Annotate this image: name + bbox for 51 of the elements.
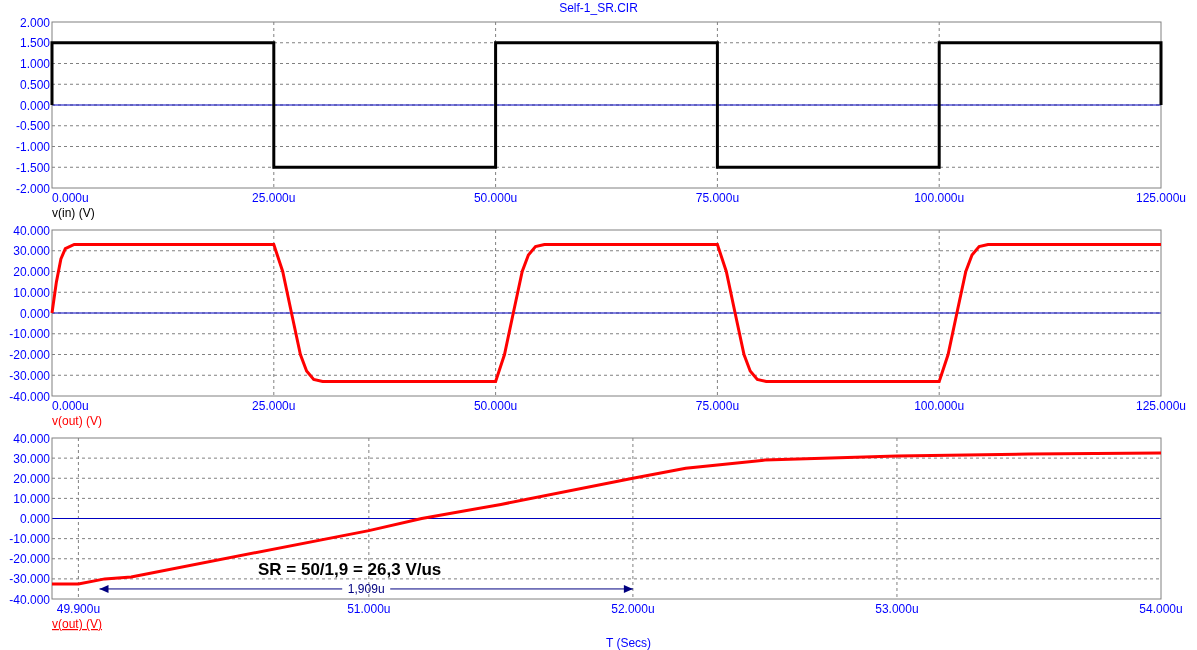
- y-tick-label: 1.500: [19, 36, 50, 51]
- x-tick-label: 100.000u: [914, 191, 965, 205]
- y-tick-label: 40.000: [13, 431, 50, 446]
- x-tick-label: 50.000u: [473, 399, 518, 413]
- x-tick-label: 25.000u: [252, 191, 296, 205]
- y-tick-label: 20.000: [13, 471, 50, 486]
- y-tick-label: 0.000: [19, 306, 50, 321]
- dimension-label: 1,909u: [347, 581, 385, 596]
- x-tick-label: 75.000u: [695, 399, 740, 413]
- y-tick-label: 40.000: [13, 223, 50, 238]
- x-axis-label: T (Secs): [605, 636, 652, 650]
- y-tick-label: 20.000: [13, 265, 50, 279]
- y-tick-label: -2.000: [15, 181, 50, 196]
- slew-rate-annotation: SR = 50/1,9 = 26,3 V/us: [257, 559, 442, 579]
- y-tick-label: -20.000: [9, 348, 50, 362]
- y-tick-label: -30.000: [9, 572, 50, 587]
- y-tick-label: -40.000: [9, 592, 50, 607]
- x-tick-label: 50.000u: [473, 191, 518, 205]
- x-tick-label: 54.000u: [1139, 602, 1183, 616]
- x-tick-label: 49.900u: [56, 602, 101, 616]
- trace-label[interactable]: v(in) (V): [52, 206, 95, 220]
- y-tick-label: -10.000: [9, 327, 50, 342]
- plot-title: Self-1_SR.CIR: [559, 2, 638, 14]
- x-tick-label: 52.000u: [611, 602, 655, 616]
- y-tick-label: -10.000: [9, 532, 50, 547]
- y-tick-label: -40.000: [9, 389, 50, 404]
- y-tick-label: -1.500: [15, 160, 50, 175]
- x-tick-label: 25.000u: [252, 399, 296, 413]
- y-tick-label: -20.000: [9, 552, 50, 567]
- y-tick-label: 10.000: [13, 285, 50, 300]
- x-tick-label: 53.000u: [875, 602, 919, 616]
- y-tick-label: -30.000: [9, 368, 50, 383]
- y-tick-label: -1.000: [15, 140, 50, 154]
- y-tick-label: 30.000: [13, 244, 50, 259]
- y-tick-label: 30.000: [13, 451, 50, 466]
- trace-label[interactable]: v(out) (V): [52, 414, 102, 428]
- trace-label[interactable]: v(out) (V): [52, 617, 102, 631]
- y-tick-label: 0.500: [19, 77, 50, 92]
- x-tick-label: 75.000u: [695, 191, 740, 205]
- x-tick-label: 0.000u: [52, 399, 89, 413]
- y-tick-label: 2.000: [19, 15, 50, 30]
- x-tick-label: 125.000u: [1135, 191, 1187, 205]
- y-tick-label: 10.000: [13, 491, 50, 506]
- y-tick-label: -0.500: [15, 119, 50, 134]
- x-tick-label: 0.000u: [52, 191, 89, 205]
- y-tick-label: 1.000: [19, 57, 50, 71]
- y-tick-label: 0.000: [19, 512, 50, 526]
- x-tick-label: 125.000u: [1135, 399, 1187, 413]
- y-tick-label: 0.000: [19, 98, 50, 113]
- x-tick-label: 100.000u: [914, 399, 965, 413]
- x-tick-label: 51.000u: [347, 602, 391, 616]
